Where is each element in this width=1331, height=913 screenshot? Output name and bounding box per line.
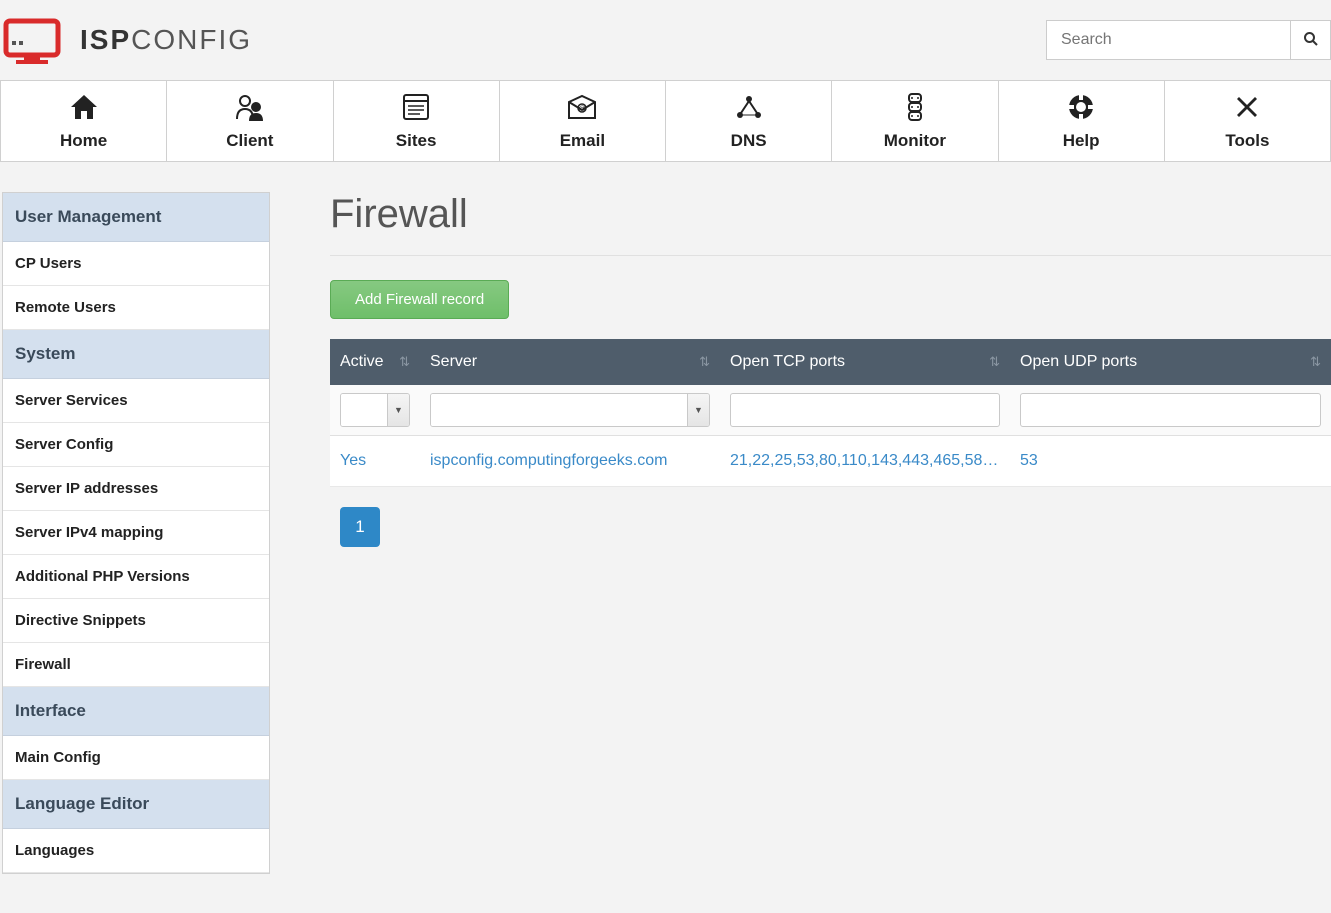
filter-server-select[interactable]: ▼ — [430, 393, 710, 427]
sidebar-item-remote-users[interactable]: Remote Users — [3, 286, 269, 330]
sites-icon — [400, 91, 432, 123]
add-firewall-record-button[interactable]: Add Firewall record — [330, 280, 509, 319]
sidebar-item-main-config[interactable]: Main Config — [3, 736, 269, 780]
cell-tcp: 21,22,25,53,80,110,143,443,465,58… — [720, 436, 1010, 487]
pagination: 1 — [330, 487, 1331, 567]
sort-icon: ⇅ — [399, 354, 410, 370]
nav-label: Tools — [1225, 131, 1269, 151]
sidebar-section-language-editor: Language Editor — [3, 780, 269, 829]
nav-help[interactable]: Help — [999, 80, 1165, 162]
nav-monitor[interactable]: Monitor — [832, 80, 998, 162]
logo-icon — [2, 15, 72, 65]
sort-icon: ⇅ — [989, 354, 1000, 370]
nav-label: Home — [60, 131, 107, 151]
cell-udp: 53 — [1010, 436, 1331, 487]
sidebar-section-system: System — [3, 330, 269, 379]
sort-icon: ⇅ — [1310, 354, 1321, 370]
column-header-server[interactable]: Server ⇅ — [420, 339, 720, 385]
sidebar-item-cp-users[interactable]: CP Users — [3, 242, 269, 286]
nav-dns[interactable]: DNS — [666, 80, 832, 162]
tools-icon — [1231, 91, 1263, 123]
help-icon — [1065, 91, 1097, 123]
nav-label: Sites — [396, 131, 437, 151]
dns-icon — [733, 91, 765, 123]
sidebar-section-interface: Interface — [3, 687, 269, 736]
top-nav: Home Client Sites @ Email DNS Monitor H — [0, 80, 1331, 162]
filter-udp-input[interactable] — [1020, 393, 1321, 427]
search-icon — [1303, 31, 1319, 50]
sidebar-item-server-services[interactable]: Server Services — [3, 379, 269, 423]
sidebar-section-user-management: User Management — [3, 193, 269, 242]
chevron-down-icon: ▼ — [687, 394, 709, 426]
nav-label: Client — [226, 131, 273, 151]
column-header-udp[interactable]: Open UDP ports ⇅ — [1010, 339, 1331, 385]
sidebar-item-languages[interactable]: Languages — [3, 829, 269, 873]
nav-email[interactable]: @ Email — [500, 80, 666, 162]
cell-server: ispconfig.computingforgeeks.com — [420, 436, 720, 487]
page-title: Firewall — [330, 192, 1331, 256]
search-button[interactable] — [1291, 20, 1331, 60]
column-label: Open UDP ports — [1020, 353, 1137, 370]
cell-active: Yes — [330, 436, 420, 487]
nav-label: DNS — [731, 131, 767, 151]
logo-text: ISPCONFIG — [80, 24, 252, 56]
filter-tcp-input[interactable] — [730, 393, 1000, 427]
column-label: Active — [340, 353, 384, 370]
nav-label: Email — [560, 131, 605, 151]
sidebar-item-server-ip[interactable]: Server IP addresses — [3, 467, 269, 511]
home-icon — [68, 91, 100, 123]
sort-icon: ⇅ — [699, 354, 710, 370]
nav-label: Monitor — [884, 131, 946, 151]
page-1-button[interactable]: 1 — [340, 507, 380, 547]
monitor-icon — [899, 91, 931, 123]
sidebar-item-php-versions[interactable]: Additional PHP Versions — [3, 555, 269, 599]
client-icon — [234, 91, 266, 123]
sidebar: User Management CP Users Remote Users Sy… — [2, 192, 270, 874]
search-input[interactable] — [1046, 20, 1291, 60]
filter-active-select[interactable]: ▼ — [340, 393, 410, 427]
nav-home[interactable]: Home — [0, 80, 167, 162]
sidebar-item-server-ipv4-mapping[interactable]: Server IPv4 mapping — [3, 511, 269, 555]
email-icon: @ — [566, 91, 598, 123]
firewall-table: Active ⇅ Server ⇅ Open TCP ports ⇅ Open … — [330, 339, 1331, 487]
chevron-down-icon: ▼ — [387, 394, 409, 426]
logo[interactable]: ISPCONFIG — [2, 15, 252, 65]
svg-text:@: @ — [579, 106, 586, 113]
column-label: Server — [430, 353, 477, 370]
column-header-active[interactable]: Active ⇅ — [330, 339, 420, 385]
nav-client[interactable]: Client — [167, 80, 333, 162]
column-header-tcp[interactable]: Open TCP ports ⇅ — [720, 339, 1010, 385]
nav-label: Help — [1063, 131, 1100, 151]
nav-tools[interactable]: Tools — [1165, 80, 1331, 162]
column-label: Open TCP ports — [730, 353, 845, 370]
sidebar-item-firewall[interactable]: Firewall — [3, 643, 269, 687]
sidebar-item-server-config[interactable]: Server Config — [3, 423, 269, 467]
table-row[interactable]: Yes ispconfig.computingforgeeks.com 21,2… — [330, 436, 1331, 487]
nav-sites[interactable]: Sites — [334, 80, 500, 162]
sidebar-item-directive-snippets[interactable]: Directive Snippets — [3, 599, 269, 643]
